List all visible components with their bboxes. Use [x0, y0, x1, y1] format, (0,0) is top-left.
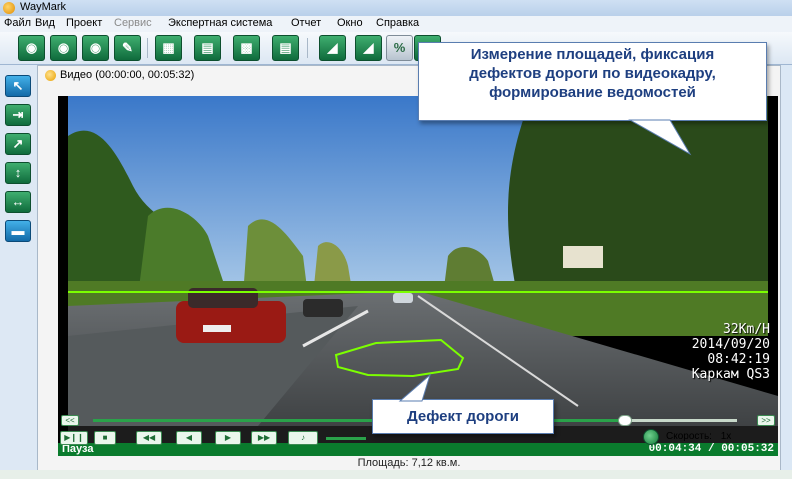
- seek-prev-button[interactable]: <<: [61, 415, 79, 426]
- stop-icon[interactable]: ■: [94, 431, 116, 445]
- video-window-title-text: Видео (00:00:00, 00:05:32): [60, 69, 195, 81]
- window-title: WayMark: [20, 1, 67, 13]
- speed-caption: Скорость:: [666, 431, 712, 442]
- road-measure-icon[interactable]: ▤: [194, 35, 221, 61]
- video-window-title: Видео (00:00:00, 00:05:32): [45, 69, 195, 81]
- callout-pointer: [628, 119, 692, 156]
- playback-status-bar: Пауза 00:04:34 / 00:05:32: [58, 443, 778, 456]
- arrow-right-icon[interactable]: ⇥: [5, 104, 31, 126]
- report-chart-icon[interactable]: ▤: [272, 35, 299, 61]
- title-bar: WayMark: [0, 0, 792, 16]
- speed-value[interactable]: 1x: [721, 431, 732, 442]
- feature-callout: Измерение площадей, фиксация дефектов до…: [418, 42, 767, 121]
- feature-callout-line-2: дефектов дороги по видеокадру,: [469, 65, 716, 82]
- bottom-strip: [0, 470, 792, 479]
- menu-bar: Файл Вид Проект Сервис Экспертная систем…: [0, 16, 792, 32]
- menu-service[interactable]: Сервис: [114, 17, 152, 29]
- volume-icon[interactable]: ♪: [288, 431, 318, 445]
- camera-download-icon[interactable]: ◉: [82, 35, 109, 61]
- pointer-icon[interactable]: ↖: [5, 75, 31, 97]
- osd-time: 08:42:19: [707, 352, 770, 367]
- waymark-icon: [3, 2, 15, 14]
- defect-callout-pointer: [398, 373, 431, 402]
- osd-device: Каркам QS3: [691, 367, 770, 382]
- toolbar-separator: [147, 38, 148, 58]
- step-forward-icon[interactable]: ▶: [215, 431, 241, 445]
- menu-view[interactable]: Вид: [35, 17, 55, 29]
- menu-project[interactable]: Проект: [66, 17, 102, 29]
- osd-speed: 32Km/H: [723, 322, 770, 337]
- skip-back-icon[interactable]: ◀◀: [136, 431, 162, 445]
- defect-callout: Дефект дороги: [372, 399, 554, 434]
- percent-icon[interactable]: %: [386, 35, 413, 61]
- menu-expert-system[interactable]: Экспертная система: [168, 17, 272, 29]
- measure-icon[interactable]: ◢: [355, 35, 382, 61]
- feature-callout-line-1: Измерение площадей, фиксация: [470, 46, 715, 63]
- feature-callout-line-3: формирование ведомостей: [489, 84, 696, 101]
- menu-file[interactable]: Файл: [4, 17, 31, 29]
- toolbar-separator: [307, 38, 308, 58]
- camera-add-icon[interactable]: ◉: [50, 35, 77, 61]
- horizontal-arrows-icon[interactable]: ↔: [5, 191, 31, 213]
- video-osd: 32Km/H 2014/09/20 08:42:19 Каркам QS3: [692, 322, 770, 382]
- rectangle-icon[interactable]: ▬: [5, 220, 31, 242]
- seek-next-button[interactable]: >>: [757, 415, 775, 426]
- camera-road-icon[interactable]: ◉: [18, 35, 45, 61]
- step-back-icon[interactable]: ◀: [176, 431, 202, 445]
- arrow-right-up-icon[interactable]: ↗: [5, 133, 31, 155]
- menu-report[interactable]: Отчет: [291, 17, 321, 29]
- volume-slider[interactable]: [326, 437, 366, 440]
- menu-window[interactable]: Окно: [337, 17, 363, 29]
- vertical-arrows-icon[interactable]: ↕: [5, 162, 31, 184]
- skip-forward-icon[interactable]: ▶▶: [251, 431, 277, 445]
- playback-timecode: 00:04:34 / 00:05:32: [648, 443, 774, 455]
- video-icon: [45, 70, 56, 81]
- grid-icon[interactable]: ▦: [155, 35, 182, 61]
- seek-thumb[interactable]: [617, 415, 632, 426]
- camera-edit-icon[interactable]: ✎: [114, 35, 141, 61]
- film-icon[interactable]: ▩: [233, 35, 260, 61]
- area-readout: Площадь: 7,12 кв.м.: [357, 457, 461, 469]
- arrow-left-icon[interactable]: ◢: [319, 35, 346, 61]
- left-tool-palette: ↖ ⇥ ↗ ↕ ↔ ▬: [0, 65, 36, 479]
- speed-label: Скорость: 1x: [666, 431, 731, 442]
- play-pause-icon[interactable]: ▶❙❙: [60, 431, 88, 445]
- osd-date: 2014/09/20: [691, 337, 770, 352]
- zoom-speed-icon[interactable]: [643, 429, 659, 445]
- menu-help[interactable]: Справка: [376, 17, 419, 29]
